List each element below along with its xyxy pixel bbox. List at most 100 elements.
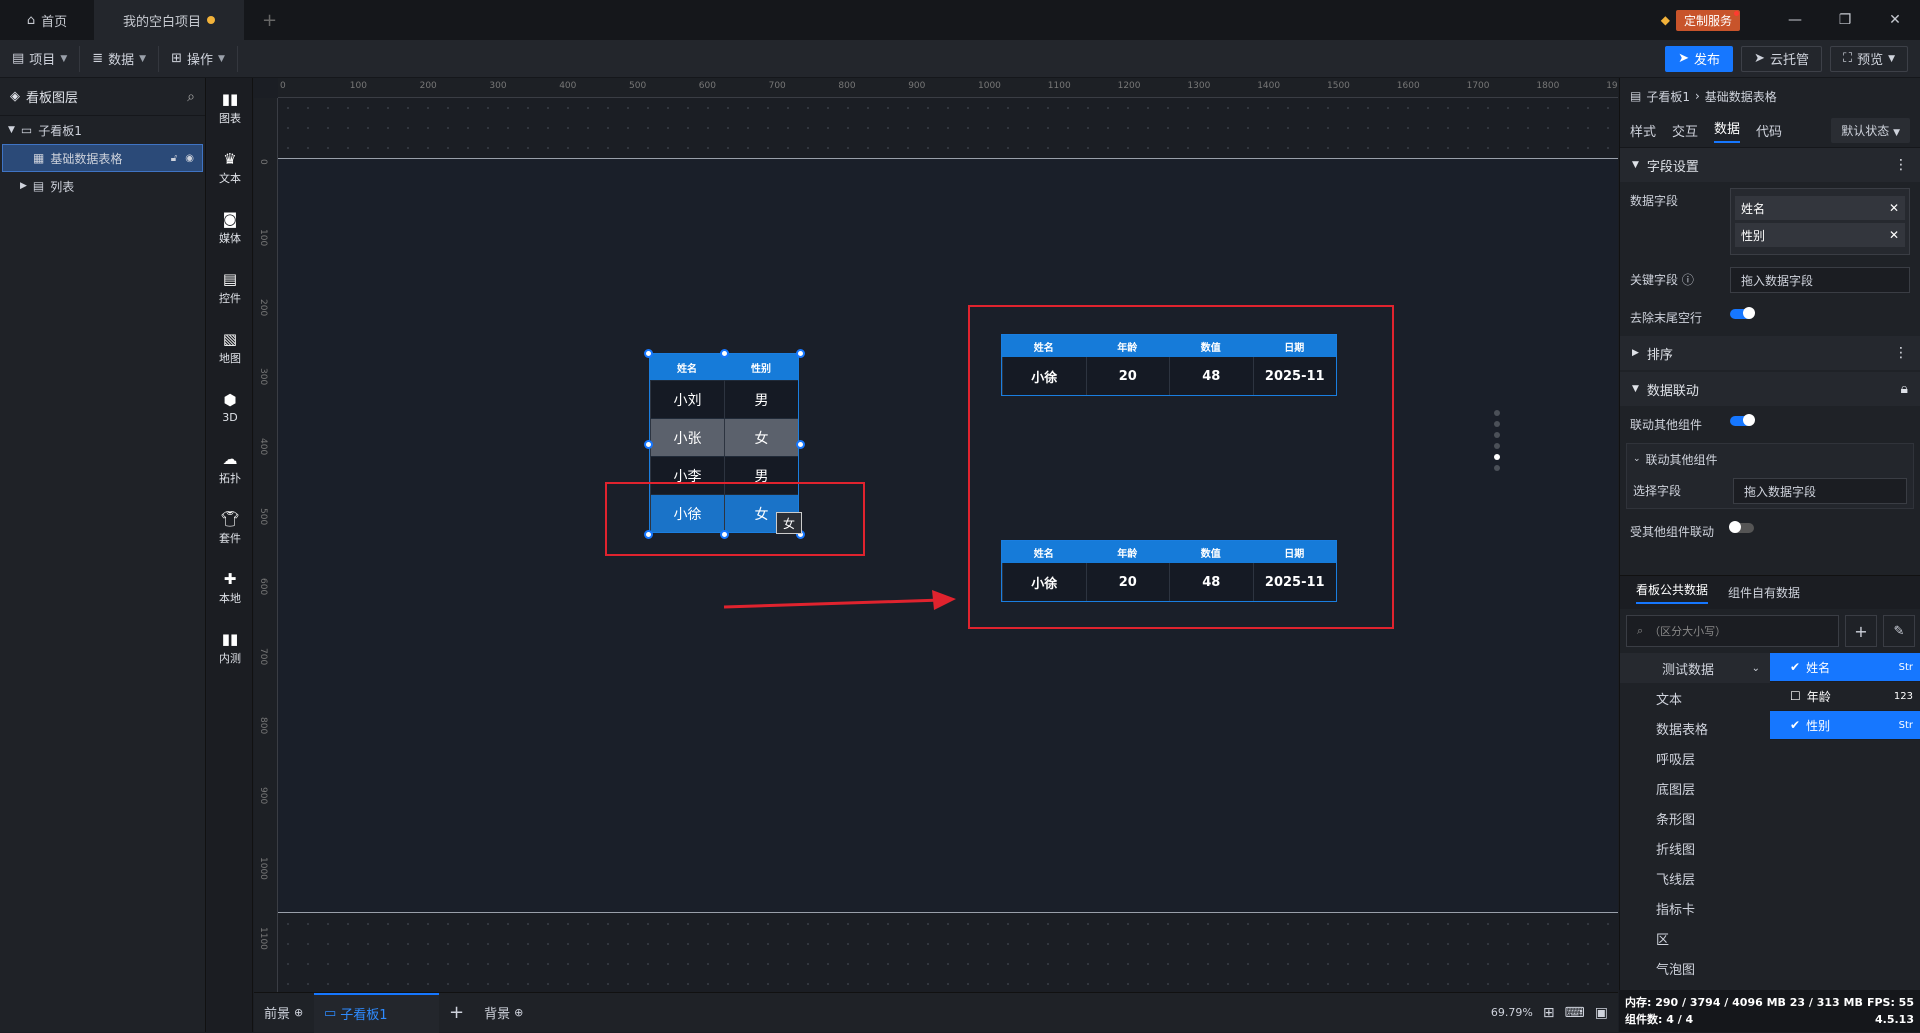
tool-map[interactable]: ▧ 地图: [207, 318, 253, 378]
category-item[interactable]: 条形图: [1620, 803, 1770, 833]
table-cell[interactable]: 48: [1169, 563, 1253, 601]
help-icon[interactable]: ⓘ: [1682, 273, 1694, 287]
tool-control[interactable]: ▤ 控件: [207, 258, 253, 318]
keyboard-icon[interactable]: ⌨: [1565, 1005, 1585, 1021]
canvas-area[interactable]: 0 100 200 300 400 500 600 700 800 900 1000 1100 1200…: [254, 78, 1618, 992]
layer-subboard[interactable]: ▼ ▭ 子看板1: [0, 116, 205, 144]
column-header[interactable]: 日期: [1253, 335, 1337, 357]
category-test-data[interactable]: 测试数据 ⌄: [1620, 653, 1770, 683]
tool-text[interactable]: ♛ 文本: [207, 138, 253, 198]
preview-button[interactable]: ⛶ 预览 ▼: [1829, 45, 1908, 72]
column-header[interactable]: 年龄: [1086, 335, 1170, 357]
category-item[interactable]: 飞线层: [1620, 863, 1770, 893]
table-cell[interactable]: 小张: [650, 418, 724, 456]
close-icon[interactable]: ✕: [1889, 201, 1899, 215]
terminal-icon[interactable]: ▣: [1595, 1005, 1608, 1021]
field-pill[interactable]: 性别 ✕: [1735, 223, 1905, 247]
table-row[interactable]: 小张女: [650, 418, 798, 456]
table-row[interactable]: 小徐 20 48 2025-11: [1002, 357, 1336, 395]
resize-handle[interactable]: [720, 349, 729, 358]
category-item[interactable]: 文本: [1620, 683, 1770, 713]
zoom-level[interactable]: 69.79%: [1491, 1006, 1533, 1019]
table-cell[interactable]: 2025-11: [1252, 357, 1337, 395]
column-header[interactable]: 姓名: [1002, 335, 1086, 357]
tool-suite[interactable]: 👕︎ 套件: [207, 498, 253, 558]
tab-interaction[interactable]: 交互: [1672, 121, 1698, 140]
tab-home[interactable]: ⌂ 首页: [0, 0, 94, 40]
table-cell[interactable]: 48: [1169, 357, 1253, 395]
close-icon[interactable]: ✕: [1889, 228, 1899, 242]
table-cell[interactable]: 20: [1085, 357, 1170, 395]
search-icon[interactable]: ⌕: [187, 89, 195, 105]
close-button[interactable]: ✕: [1870, 0, 1920, 40]
data-field-item[interactable]: ✔ 性别 Str: [1770, 711, 1920, 740]
table-cell[interactable]: 20: [1085, 563, 1170, 601]
menu-project[interactable]: ▤ 项目 ▼: [0, 45, 81, 72]
tab-background[interactable]: 背景 ⊕: [474, 993, 533, 1033]
section-field-settings[interactable]: ▼ 字段设置 ⋮: [1620, 148, 1920, 182]
linked-table-2[interactable]: 姓名 年龄 数值 日期 小徐 20 48 2025-11: [1001, 540, 1337, 602]
custom-service-button[interactable]: ◆ 定制服务: [1661, 9, 1740, 31]
tab-own-data[interactable]: 组件自有数据: [1728, 584, 1800, 601]
add-board-button[interactable]: +: [439, 993, 474, 1033]
more-icon[interactable]: ⋮: [1894, 157, 1908, 173]
tab-public-data[interactable]: 看板公共数据: [1636, 581, 1709, 604]
column-header[interactable]: 年龄: [1086, 541, 1170, 563]
category-item[interactable]: 气泡图: [1620, 953, 1770, 983]
cloud-host-button[interactable]: ➤ 云托管: [1741, 45, 1822, 72]
add-data-button[interactable]: +: [1845, 615, 1877, 647]
tool-media[interactable]: ◙ 媒体: [207, 198, 253, 258]
column-header[interactable]: 数值: [1169, 541, 1253, 563]
menu-data[interactable]: ≣ 数据 ▼: [80, 45, 160, 72]
tool-topology[interactable]: ☁ 拓扑: [207, 438, 253, 498]
new-tab-button[interactable]: +: [244, 0, 295, 40]
fit-screen-icon[interactable]: ⊞: [1543, 1005, 1555, 1021]
page-indicator[interactable]: [1494, 410, 1500, 471]
resize-handle[interactable]: [644, 440, 653, 449]
category-item[interactable]: 指标卡: [1620, 893, 1770, 923]
linked-by-other-toggle[interactable]: [1729, 521, 1754, 533]
tool-3d[interactable]: ⬢ 3D: [207, 378, 253, 438]
table-row[interactable]: 小徐 20 48 2025-11: [1002, 563, 1336, 601]
tab-data[interactable]: 数据: [1714, 118, 1741, 143]
column-header[interactable]: 姓名: [1002, 541, 1086, 563]
tab-foreground[interactable]: 前景 ⊕: [254, 993, 314, 1033]
plus-circle-icon[interactable]: ⊕: [514, 1006, 523, 1019]
table-row[interactable]: 小刘男: [650, 380, 798, 418]
table-cell[interactable]: 小徐: [1002, 357, 1086, 395]
tab-project[interactable]: 我的空白项目: [94, 0, 244, 40]
page-dot[interactable]: [1494, 465, 1500, 471]
column-header[interactable]: 数值: [1169, 335, 1253, 357]
data-search-input[interactable]: ⌕ （区分大小写）: [1626, 615, 1839, 647]
remove-trailing-toggle[interactable]: [1730, 307, 1755, 319]
layer-list[interactable]: ▶ ▤ 列表: [0, 172, 205, 200]
menu-operate[interactable]: ⊞ 操作 ▼: [159, 45, 238, 72]
resize-handle[interactable]: [796, 440, 805, 449]
data-field-item[interactable]: ☐ 年龄 123: [1770, 682, 1920, 711]
table-cell[interactable]: 小徐: [1002, 563, 1086, 601]
eye-icon[interactable]: ◉: [185, 153, 194, 164]
select-field-dropzone[interactable]: 拖入数据字段: [1733, 478, 1907, 504]
page-dot[interactable]: [1494, 421, 1500, 427]
resize-handle[interactable]: [644, 349, 653, 358]
category-item[interactable]: 呼吸层: [1620, 743, 1770, 773]
page-dot-active[interactable]: [1494, 454, 1500, 460]
lock-icon[interactable]: 🔒︎: [1901, 381, 1908, 397]
linked-table-1[interactable]: 姓名 年龄 数值 日期 小徐 20 48 2025-11: [1001, 334, 1337, 396]
publish-button[interactable]: ➤ 发布: [1665, 45, 1734, 72]
tool-beta[interactable]: ▮▮ 内测: [207, 618, 253, 678]
page-dot[interactable]: [1494, 443, 1500, 449]
field-pill[interactable]: 姓名 ✕: [1735, 196, 1905, 220]
tab-style[interactable]: 样式: [1630, 121, 1656, 140]
unlock-icon[interactable]: 🔓︎: [171, 153, 177, 164]
key-field-dropzone[interactable]: 拖入数据字段: [1730, 267, 1910, 293]
edit-data-button[interactable]: ✎: [1883, 615, 1915, 647]
layer-basic-table[interactable]: ▦ 基础数据表格 🔓︎ ◉: [2, 144, 203, 172]
tool-local[interactable]: ✚ 本地: [207, 558, 253, 618]
category-item[interactable]: 折线图: [1620, 833, 1770, 863]
data-field-item[interactable]: ✔ 姓名 Str: [1770, 653, 1920, 682]
minimize-button[interactable]: —: [1770, 0, 1820, 40]
column-header[interactable]: 日期: [1253, 541, 1337, 563]
table-cell[interactable]: 小刘: [650, 380, 724, 418]
section-sort[interactable]: ▶ 排序 ⋮: [1620, 336, 1920, 370]
